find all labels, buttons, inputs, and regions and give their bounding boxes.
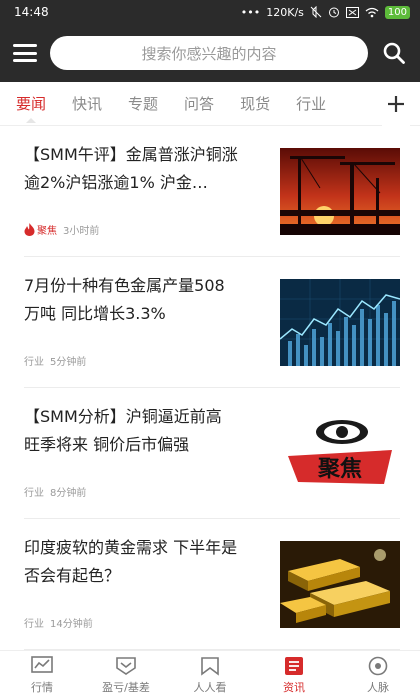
profit-icon bbox=[116, 657, 136, 675]
search-icon[interactable] bbox=[380, 39, 408, 67]
wifi-icon bbox=[365, 7, 379, 17]
news-meta: 行业 14分钟前 bbox=[24, 615, 239, 630]
dots-icon: ••• bbox=[240, 5, 261, 19]
news-tag: 行业 bbox=[24, 357, 44, 368]
hot-tag: 聚焦 bbox=[24, 222, 57, 237]
news-title: 印度疲软的黄金需求 下半年是否会有起色？ bbox=[24, 538, 238, 585]
tab-topics[interactable]: 专题 bbox=[128, 82, 158, 126]
news-time: 14分钟前 bbox=[50, 619, 93, 630]
news-item[interactable]: 【SMM分析】沪铜逼近前高 旺季将来 铜价后市偏强 行业 8分钟前 聚焦 bbox=[24, 388, 400, 519]
nav-everyone-watch[interactable]: 人人看 bbox=[168, 651, 252, 700]
network-speed: 120K/s bbox=[266, 5, 304, 19]
status-time: 14:48 bbox=[14, 5, 49, 19]
focus-logo-image: 聚焦 bbox=[280, 409, 400, 497]
add-tab-icon[interactable] bbox=[382, 82, 410, 126]
tab-qa[interactable]: 问答 bbox=[184, 82, 214, 126]
alarm-icon bbox=[328, 7, 339, 18]
news-title: 7月份十种有色金属产量508万吨 同比增长3.3% bbox=[24, 276, 225, 323]
menu-icon[interactable] bbox=[12, 40, 38, 66]
news-tag: 行业 bbox=[24, 619, 44, 630]
bottom-nav: 行情 盈亏/基差 人人看 资讯 人脉 bbox=[0, 650, 420, 700]
nav-profit-basis[interactable]: 盈亏/基差 bbox=[84, 651, 168, 700]
news-item[interactable]: 【SMM午评】金属普涨沪铜涨逾2%沪铝涨逾1% 沪金… 聚焦 3小时前 bbox=[24, 126, 400, 257]
nav-label: 盈亏/基差 bbox=[102, 681, 150, 694]
nav-contacts[interactable]: 人脉 bbox=[336, 651, 420, 700]
industrial-crane-sunset-image bbox=[280, 147, 400, 235]
news-meta: 聚焦 3小时前 bbox=[24, 222, 239, 237]
search-input[interactable]: 搜索你感兴趣的内容 bbox=[50, 36, 368, 70]
news-item[interactable]: 印度疲软的黄金需求 下半年是否会有起色？ 行业 14分钟前 bbox=[24, 519, 400, 650]
news-meta: 行业 5分钟前 bbox=[24, 353, 239, 368]
gold-bars-image bbox=[280, 540, 400, 628]
bookmark-icon bbox=[201, 657, 219, 676]
focus-logo-text: 聚焦 bbox=[317, 456, 362, 482]
tab-flash[interactable]: 快讯 bbox=[72, 82, 102, 126]
news-title: 【SMM午评】金属普涨沪铜涨逾2%沪铝涨逾1% 沪金… bbox=[24, 145, 238, 192]
nav-label: 人脉 bbox=[367, 681, 389, 694]
contacts-icon bbox=[368, 656, 388, 676]
nav-label: 行情 bbox=[31, 681, 53, 694]
category-tabs: 要闻 快讯 专题 问答 现货 行业 bbox=[0, 82, 420, 126]
nav-news[interactable]: 资讯 bbox=[252, 651, 336, 700]
news-time: 5分钟前 bbox=[50, 357, 87, 368]
stock-chart-image bbox=[280, 278, 400, 366]
chart-icon bbox=[31, 656, 53, 673]
news-feed: 【SMM午评】金属普涨沪铜涨逾2%沪铝涨逾1% 沪金… 聚焦 3小时前 7月份十… bbox=[0, 126, 420, 650]
nav-quotes[interactable]: 行情 bbox=[0, 651, 84, 700]
news-time: 8分钟前 bbox=[50, 488, 87, 499]
search-placeholder: 搜索你感兴趣的内容 bbox=[141, 44, 277, 63]
news-item[interactable]: 7月份十种有色金属产量508万吨 同比增长3.3% 行业 5分钟前 bbox=[24, 257, 400, 388]
news-time: 3小时前 bbox=[63, 226, 100, 237]
nav-label: 资讯 bbox=[283, 681, 305, 694]
tab-headlines[interactable]: 要闻 bbox=[16, 82, 46, 126]
news-tag: 聚焦 bbox=[37, 226, 57, 237]
news-icon bbox=[285, 657, 303, 675]
nav-label: 人人看 bbox=[193, 681, 227, 694]
news-meta: 行业 8分钟前 bbox=[24, 484, 239, 499]
sim-icon bbox=[345, 6, 359, 18]
news-tag: 行业 bbox=[24, 488, 44, 499]
status-icons: ••• 120K/s 100 bbox=[240, 5, 410, 19]
flame-icon bbox=[24, 223, 35, 236]
tab-industry[interactable]: 行业 bbox=[296, 82, 326, 126]
news-title: 【SMM分析】沪铜逼近前高 旺季将来 铜价后市偏强 bbox=[24, 407, 222, 454]
tab-spot[interactable]: 现货 bbox=[240, 82, 270, 126]
app-header: 搜索你感兴趣的内容 bbox=[0, 24, 420, 82]
mute-icon bbox=[310, 6, 322, 18]
battery-indicator: 100 bbox=[384, 5, 410, 19]
status-bar: 14:48 ••• 120K/s 100 bbox=[0, 0, 420, 24]
